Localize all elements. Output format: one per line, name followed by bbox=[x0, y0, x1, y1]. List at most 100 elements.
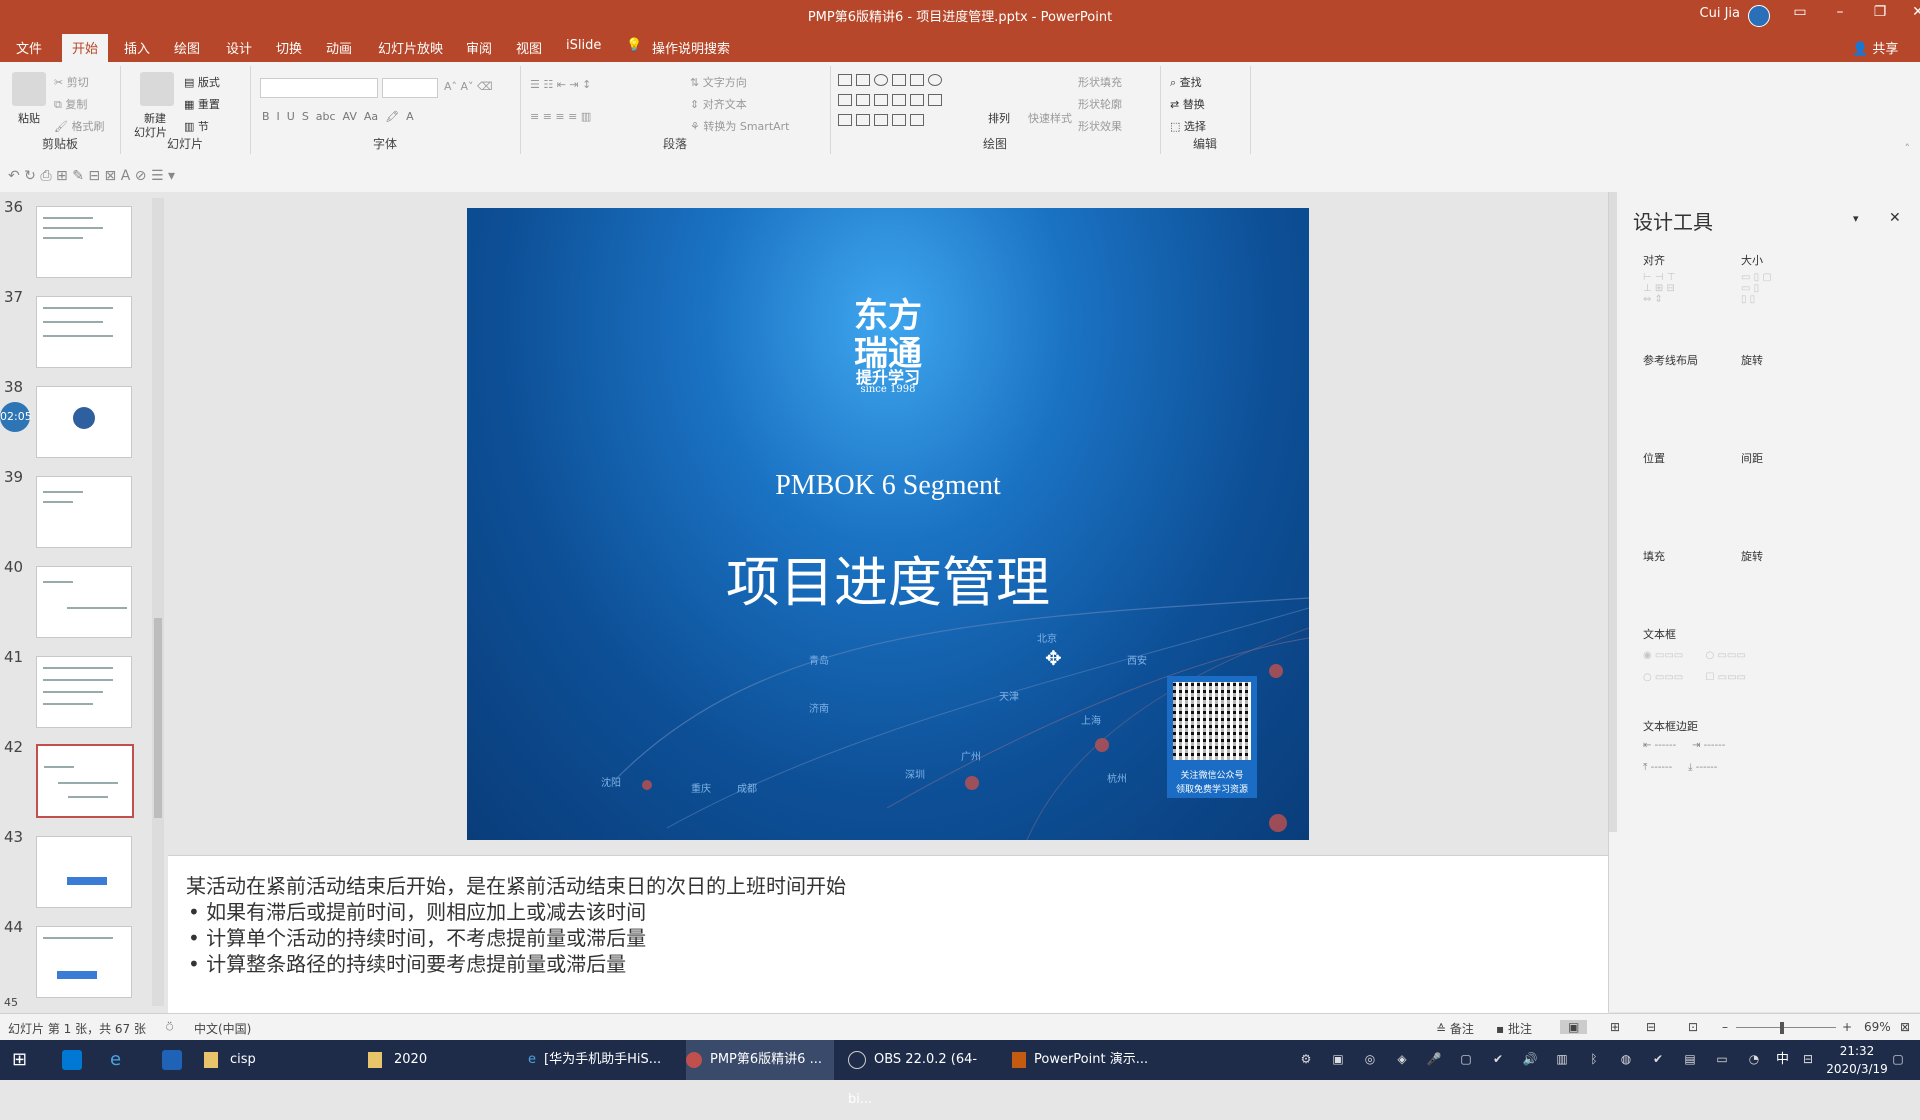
section-button[interactable]: ▥ 节 bbox=[184, 118, 209, 134]
tab-animations[interactable]: 动画 bbox=[326, 38, 352, 57]
taskbar-item-cisp[interactable]: cisp bbox=[204, 1040, 352, 1080]
tray-icon[interactable]: ◍ bbox=[1618, 1052, 1634, 1068]
ime-indicator[interactable]: 中 bbox=[1776, 1040, 1789, 1080]
tab-view[interactable]: 视图 bbox=[516, 38, 542, 57]
tab-slideshow[interactable]: 幻灯片放映 bbox=[378, 38, 443, 57]
tray-icon[interactable]: ▤ bbox=[1682, 1052, 1698, 1068]
pane-options-icon[interactable]: ▾ bbox=[1853, 212, 1859, 225]
taskbar-item-slideshow[interactable]: PowerPoint 演示... bbox=[1012, 1040, 1160, 1080]
shape-fill-button[interactable]: 形状填充 bbox=[1078, 74, 1122, 90]
slideshow-icon[interactable]: ⊡ bbox=[1688, 1020, 1698, 1034]
language-indicator[interactable]: 中文(中国) bbox=[194, 1020, 251, 1037]
grow-font-icon[interactable]: A˄ A˅ ⌫ bbox=[444, 80, 493, 93]
thumbnails-scrollbar[interactable] bbox=[152, 198, 164, 1006]
size-icons[interactable]: ▭ ▯ ▢ ▭ ▯ ▯ ▯ bbox=[1741, 272, 1772, 305]
undo-redo-icons[interactable]: ↶ ↻ ⎙ ⊞ ✎ ⊟ ⊠ A ⊘ ☰ ▾ bbox=[8, 168, 175, 184]
slide-thumbnail[interactable] bbox=[36, 836, 132, 908]
shape-effects-button[interactable]: 形状效果 bbox=[1078, 118, 1122, 134]
tab-transitions[interactable]: 切换 bbox=[276, 38, 302, 57]
avatar[interactable] bbox=[1748, 5, 1770, 27]
align-text-button[interactable]: ⇕ 对齐文本 bbox=[690, 96, 747, 112]
tray-icon[interactable]: ◈ bbox=[1394, 1052, 1410, 1068]
zoom-in-icon[interactable]: + bbox=[1842, 1020, 1852, 1034]
spellcheck-icon[interactable]: ⍥ bbox=[166, 1020, 173, 1035]
slide-sorter-icon[interactable]: ⊞ bbox=[1610, 1020, 1620, 1034]
notes-toggle[interactable]: ≙ 备注 bbox=[1436, 1020, 1474, 1037]
slide-thumbnail[interactable] bbox=[36, 206, 132, 278]
tray-icon[interactable]: ◎ bbox=[1362, 1052, 1378, 1068]
font-format-icons[interactable]: B I U S abc AV Aa 🖍 A bbox=[262, 110, 414, 123]
tray-icon[interactable]: ▢ bbox=[1458, 1052, 1474, 1068]
zoom-out-icon[interactable]: – bbox=[1722, 1020, 1728, 1034]
arrange-button[interactable]: 排列 bbox=[988, 110, 1010, 126]
reset-button[interactable]: ▦ 重置 bbox=[184, 96, 220, 112]
tell-me-search[interactable]: 操作说明搜索 bbox=[652, 38, 730, 57]
font-name-select[interactable] bbox=[260, 78, 378, 98]
align-icons[interactable]: ⊢ ⊣ ⊤ ⊥ ⊞ ⊟ ⇔ ⇕ bbox=[1643, 272, 1676, 305]
slide-thumbnail[interactable] bbox=[36, 566, 132, 638]
copy-button[interactable]: ⧉ 复制 bbox=[54, 96, 87, 112]
paste-icon[interactable] bbox=[12, 72, 46, 106]
outlook-icon[interactable] bbox=[62, 1050, 82, 1070]
layout-button[interactable]: ▤ 版式 bbox=[184, 74, 220, 90]
restore-icon[interactable]: ❐ bbox=[1860, 4, 1900, 20]
textbox-options[interactable]: ◉ ▭▭▭ ○ ▭▭▭ ○ ▭▭▭ ☐ ▭▭▭ bbox=[1643, 650, 1746, 683]
taskbar-item-folder[interactable]: 2020 bbox=[368, 1040, 516, 1080]
normal-view-icon[interactable]: ▣ bbox=[1560, 1020, 1588, 1034]
tray-icon[interactable]: ✔ bbox=[1490, 1052, 1506, 1068]
tab-islide[interactable]: iSlide bbox=[566, 38, 601, 53]
microphone-icon[interactable]: 🎤 bbox=[1426, 1052, 1442, 1068]
ribbon-display-icon[interactable]: ▭ bbox=[1780, 4, 1820, 20]
text-direction-button[interactable]: ⇅ 文字方向 bbox=[690, 74, 747, 90]
slide-thumbnail[interactable] bbox=[36, 476, 132, 548]
minimize-icon[interactable]: – bbox=[1820, 4, 1860, 20]
taskbar-item-powerpoint[interactable]: PMP第6版精讲6 ... bbox=[686, 1040, 834, 1080]
tab-home[interactable]: 开始 bbox=[62, 34, 109, 63]
close-icon[interactable]: ✕ bbox=[1898, 4, 1920, 20]
tab-design[interactable]: 设计 bbox=[226, 38, 252, 57]
notification-icon[interactable]: ▢ bbox=[1890, 1052, 1906, 1068]
smartart-button[interactable]: ⚘ 转换为 SmartArt bbox=[690, 118, 790, 134]
bluetooth-icon[interactable]: ᛒ bbox=[1586, 1052, 1602, 1068]
collapse-ribbon-icon[interactable]: ˄ bbox=[1905, 142, 1911, 155]
select-button[interactable]: ⬚ 选择 bbox=[1170, 118, 1206, 134]
shape-outline-button[interactable]: 形状轮廓 bbox=[1078, 96, 1122, 112]
margin-icons[interactable]: ⇤ ------ ⇥ ------ ⤒ ------ ⤓ ------ bbox=[1643, 740, 1725, 773]
slide-canvas[interactable]: 东方 瑞通 提升学习 since 1998 PMBOK 6 Segment 项目… bbox=[467, 208, 1309, 840]
share-button[interactable]: 👤 共享 bbox=[1852, 38, 1898, 57]
cut-button[interactable]: ✂ 剪切 bbox=[54, 74, 89, 90]
user-name[interactable]: Cui Jia bbox=[1700, 6, 1740, 21]
tab-review[interactable]: 审阅 bbox=[466, 38, 492, 57]
pane-close-icon[interactable]: ✕ bbox=[1889, 210, 1901, 226]
taskbar-item-obs[interactable]: OBS 22.0.2 (64-bi... bbox=[848, 1040, 996, 1107]
slide-thumbnail[interactable] bbox=[36, 386, 132, 458]
notes-pane[interactable]: 某活动在紧前活动结束后开始，是在紧前活动结束日的次日的上班时间开始 • 如果有滞… bbox=[168, 855, 1608, 1014]
font-size-select[interactable] bbox=[382, 78, 438, 98]
volume-icon[interactable]: 🔊 bbox=[1522, 1052, 1538, 1068]
taskbar-item-browser[interactable]: e [华为手机助手HiS... bbox=[528, 1040, 676, 1080]
windows-start-icon[interactable]: ⊞ bbox=[12, 1040, 27, 1080]
battery-icon[interactable]: ▭ bbox=[1714, 1052, 1730, 1068]
comments-toggle[interactable]: ▪ 批注 bbox=[1496, 1020, 1532, 1037]
tab-file[interactable]: 文件 bbox=[16, 38, 42, 57]
replace-button[interactable]: ⇄ 替换 bbox=[1170, 96, 1205, 112]
find-button[interactable]: ⌕ 查找 bbox=[1170, 74, 1202, 90]
shapes-gallery[interactable] bbox=[838, 74, 978, 134]
slide-thumbnail-selected[interactable] bbox=[36, 744, 134, 818]
new-slide-icon[interactable] bbox=[140, 72, 174, 106]
fit-to-window-icon[interactable]: ⊠ bbox=[1900, 1020, 1910, 1034]
bullets-icons[interactable]: ☰ ☷ ⇤ ⇥ ↕ bbox=[530, 78, 591, 91]
zoom-level[interactable]: 69% bbox=[1864, 1020, 1891, 1034]
zoom-slider-thumb[interactable] bbox=[1780, 1022, 1784, 1034]
tab-draw[interactable]: 绘图 bbox=[174, 38, 200, 57]
ie-icon[interactable]: e bbox=[110, 1040, 121, 1080]
scrollbar-thumb[interactable] bbox=[154, 618, 162, 818]
tray-icon[interactable]: ⊟ bbox=[1800, 1052, 1816, 1068]
quick-styles-button[interactable]: 快速样式 bbox=[1028, 110, 1072, 126]
slide-thumbnail[interactable] bbox=[36, 296, 132, 368]
align-icons[interactable]: ≡ ≡ ≡ ≡ ▥ bbox=[530, 110, 591, 123]
clock[interactable]: 21:32 2020/3/19 bbox=[1822, 1042, 1892, 1078]
tray-icon[interactable]: ⚙ bbox=[1298, 1052, 1314, 1068]
tray-icon[interactable]: ✔ bbox=[1650, 1052, 1666, 1068]
tray-icon[interactable]: ▥ bbox=[1554, 1052, 1570, 1068]
